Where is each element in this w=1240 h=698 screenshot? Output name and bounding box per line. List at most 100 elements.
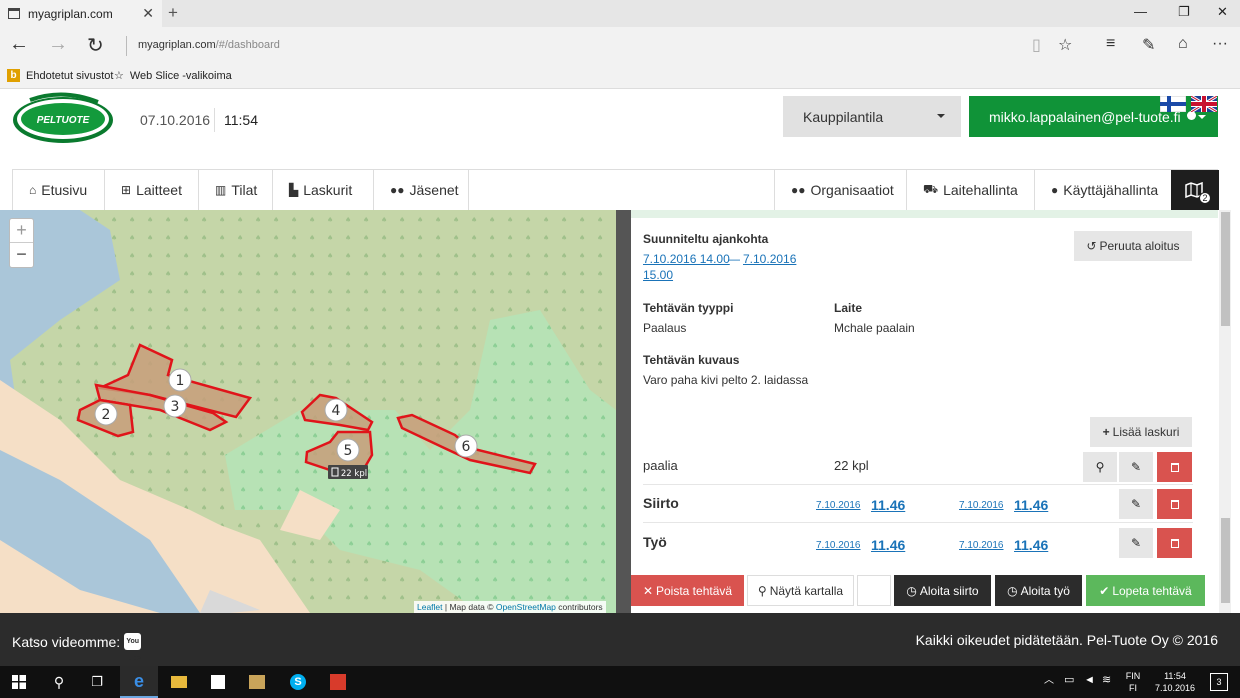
refresh-icon[interactable]: ↻ xyxy=(87,33,104,58)
window-close-icon[interactable]: ✕ xyxy=(1217,4,1228,20)
address-separator xyxy=(126,36,127,56)
nav-laskurit[interactable]: ▙ Laskurit xyxy=(273,170,374,210)
app-taskbar-button[interactable] xyxy=(319,666,357,698)
task-view-button[interactable]: ❐ xyxy=(78,666,116,698)
battery-icon[interactable]: ▭ xyxy=(1064,674,1074,686)
transfer-delete-button[interactable] xyxy=(1157,489,1192,519)
search-button[interactable]: ⚲ xyxy=(40,666,78,698)
map-view[interactable]: ♠ ♠ xyxy=(0,210,616,613)
favorite-star-icon[interactable]: ☆ xyxy=(1058,35,1072,55)
tab-close-icon[interactable]: ✕ xyxy=(142,5,154,22)
map-toggle-button[interactable]: 2 xyxy=(1171,170,1219,210)
youtube-icon[interactable]: You Tube xyxy=(124,633,142,662)
forward-icon[interactable]: → xyxy=(48,33,68,56)
more-icon[interactable]: ··· xyxy=(1212,35,1228,53)
volume-icon[interactable]: ◄ xyxy=(1084,674,1095,686)
wifi-icon[interactable]: ≋ xyxy=(1102,674,1111,686)
finish-task-label: Lopeta tehtävä xyxy=(1112,583,1192,598)
users-icon: ●● xyxy=(390,183,405,197)
edge-taskbar-button[interactable]: e xyxy=(120,666,158,698)
counter-delete-button[interactable] xyxy=(1157,452,1192,482)
back-icon[interactable]: ← xyxy=(9,33,29,56)
explorer-taskbar-button[interactable] xyxy=(160,666,198,698)
planned-end-time-link[interactable]: 15.00 xyxy=(643,268,673,282)
leaflet-link[interactable]: Leaflet xyxy=(417,602,443,612)
finish-task-button[interactable]: ✔ Lopeta tehtävä xyxy=(1086,575,1205,606)
clock[interactable]: 11:54 7.10.2016 xyxy=(1150,670,1200,694)
work-end-date[interactable]: 7.10.2016 xyxy=(959,540,1004,551)
hub-icon[interactable]: ≡ xyxy=(1106,35,1115,53)
work-start-time[interactable]: 11.46 xyxy=(871,537,905,553)
english-flag-icon[interactable] xyxy=(1191,96,1217,112)
peltuote-logo[interactable]: PELTUOTE xyxy=(12,92,114,144)
transfer-end-time[interactable]: 11.46 xyxy=(1014,497,1048,513)
media-taskbar-button[interactable] xyxy=(238,666,276,698)
counter-location-button[interactable]: ⚲ xyxy=(1083,452,1117,482)
maximize-icon[interactable]: ❐ xyxy=(1178,4,1190,20)
transfer-edit-button[interactable]: ✎ xyxy=(1119,489,1153,519)
field-label-2: 2 xyxy=(102,407,111,423)
finnish-flag-icon[interactable] xyxy=(1160,96,1186,112)
browser-tab[interactable]: myagriplan.com ✕ xyxy=(0,0,162,27)
nav-kayttajahallinta[interactable]: ● Käyttäjähallinta xyxy=(1034,170,1171,210)
nav-tilat[interactable]: ▥ Tilat xyxy=(199,170,273,210)
field-label-6: 6 xyxy=(462,439,471,455)
show-on-map-label: Näytä kartalla xyxy=(769,583,844,598)
field-label-4: 4 xyxy=(332,403,341,419)
work-start-date[interactable]: 7.10.2016 xyxy=(816,540,861,551)
nav-label: Laitehallinta xyxy=(943,182,1018,198)
scrollbar-thumb[interactable] xyxy=(1221,518,1230,603)
notification-center-button[interactable]: 3 xyxy=(1210,673,1228,691)
transfer-end-date[interactable]: 7.10.2016 xyxy=(959,500,1004,511)
language-indicator[interactable]: FIN FI xyxy=(1122,670,1144,694)
row-divider xyxy=(643,484,1193,485)
transfer-start-time[interactable]: 11.46 xyxy=(871,497,905,513)
store-taskbar-button[interactable] xyxy=(199,666,237,698)
task-view-icon: ❐ xyxy=(91,674,103,689)
nav-etusivu[interactable]: ⌂ Etusivu xyxy=(13,170,105,210)
show-on-map-button[interactable]: ⚲ Näytä kartalla xyxy=(747,575,854,606)
browser-tabbar: myagriplan.com ✕ + — ❐ ✕ xyxy=(0,0,1240,27)
start-transfer-button[interactable]: ◷ Aloita siirto xyxy=(894,575,991,606)
favorite-suggested-sites[interactable]: b Ehdotetut sivustot xyxy=(7,69,113,82)
favorite-web-slice[interactable]: ☆ Web Slice -valikoima xyxy=(114,69,232,83)
nav-jasenet[interactable]: ●● Jäsenet xyxy=(374,170,469,210)
add-counter-button[interactable]: + Lisää laskuri xyxy=(1090,417,1192,447)
counter-edit-button[interactable]: ✎ xyxy=(1119,452,1153,482)
tray-chevron-icon[interactable]: ︿ xyxy=(1044,675,1054,687)
zoom-out-button[interactable]: − xyxy=(10,243,33,267)
planned-end-date-link[interactable]: 7.10.2016 xyxy=(743,252,796,266)
address-bar: ← → ↻ myagriplan.com/#/dashboard ▯ ☆ ≡ ✎… xyxy=(0,27,1240,63)
zoom-in-button[interactable]: + xyxy=(10,219,33,243)
cancel-start-label: Peruuta aloitus xyxy=(1099,239,1180,253)
share-icon[interactable]: ⌂ xyxy=(1178,35,1188,53)
new-tab-icon[interactable]: + xyxy=(168,3,178,23)
work-end-time[interactable]: 11.46 xyxy=(1014,537,1048,553)
pencil-icon: ✎ xyxy=(1130,460,1142,474)
transfer-start-date[interactable]: 7.10.2016 xyxy=(816,500,861,511)
start-button[interactable] xyxy=(0,666,38,698)
nav-organisaatiot[interactable]: ●● Organisaatiot xyxy=(774,170,906,210)
reading-view-icon[interactable]: ▯ xyxy=(1032,35,1041,55)
nav-laitehallinta[interactable]: ⛟ Laitehallinta xyxy=(906,170,1034,210)
nav-label: Organisaatiot xyxy=(810,182,894,198)
farm-select[interactable]: Kauppilantila xyxy=(783,96,961,137)
work-delete-button[interactable] xyxy=(1157,528,1192,558)
url-field[interactable]: myagriplan.com/#/dashboard xyxy=(138,39,280,51)
user-email: mikko.lappalainen@pel-tuote.fi xyxy=(989,108,1181,125)
scrollbar-thumb[interactable] xyxy=(1221,212,1230,326)
delete-task-button[interactable]: ✕ Poista tehtävä xyxy=(631,575,744,606)
nav-label: Tilat xyxy=(231,182,258,198)
cancel-start-button[interactable]: ↺ Peruuta aloitus xyxy=(1074,231,1192,261)
skype-taskbar-button[interactable]: S xyxy=(279,666,317,698)
app-icon xyxy=(330,674,346,690)
edge-icon: e xyxy=(133,670,144,691)
nav-laitteet[interactable]: ⊞ Laitteet xyxy=(105,170,199,210)
web-note-icon[interactable]: ✎ xyxy=(1142,35,1155,55)
work-edit-button[interactable]: ✎ xyxy=(1119,528,1153,558)
minimize-icon[interactable]: — xyxy=(1134,4,1147,19)
start-work-button[interactable]: ◷ Aloita työ xyxy=(995,575,1082,606)
planned-start-link[interactable]: 7.10.2016 14.00 xyxy=(643,252,730,266)
osm-link[interactable]: OpenStreetMap xyxy=(496,602,556,612)
chevron-down-icon xyxy=(937,114,945,118)
